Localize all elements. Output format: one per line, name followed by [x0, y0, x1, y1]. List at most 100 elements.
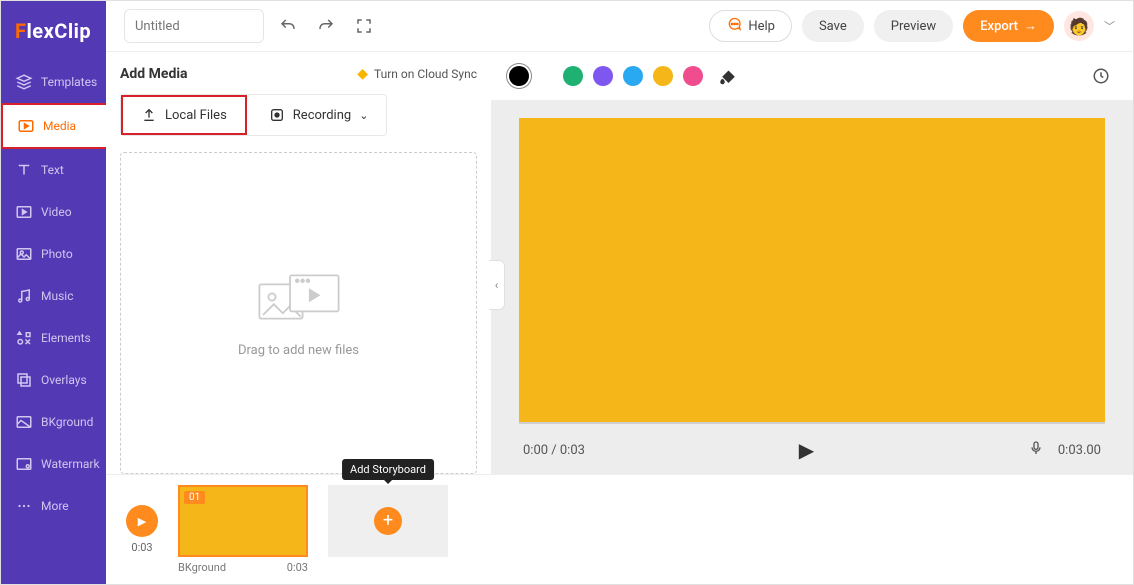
record-icon — [269, 107, 285, 123]
sidebar-item-more[interactable]: More — [1, 485, 106, 527]
dropzone-icon — [254, 269, 344, 325]
storyboard-clip[interactable]: 01 — [178, 485, 308, 557]
dropzone-hint: Drag to add new files — [238, 343, 359, 358]
premium-diamond-icon: ◆ — [357, 66, 368, 82]
sidebar: FlexClip Templates Media Text Video Phot… — [1, 1, 106, 584]
panel-collapse-button[interactable]: ‹ — [489, 260, 505, 310]
sidebar-item-music[interactable]: Music — [1, 275, 106, 317]
recording-label: Recording — [293, 108, 351, 123]
user-avatar[interactable]: 🧑 — [1064, 11, 1094, 41]
media-panel-title: Add Media — [120, 66, 188, 82]
clip-name: BKground — [178, 561, 226, 574]
sidebar-item-label: Media — [43, 119, 76, 133]
background-icon — [15, 413, 33, 431]
sidebar-item-text[interactable]: Text — [1, 149, 106, 191]
more-icon — [15, 497, 33, 515]
brand-rest: lexClip — [26, 19, 91, 43]
photo-icon — [15, 245, 33, 263]
media-icon — [17, 117, 35, 135]
color-swatch[interactable] — [593, 66, 613, 86]
music-icon — [15, 287, 33, 305]
sidebar-item-media[interactable]: Media — [1, 103, 106, 149]
redo-button[interactable] — [312, 12, 340, 40]
video-icon — [15, 203, 33, 221]
paint-bucket-icon — [718, 67, 736, 85]
undo-button[interactable] — [274, 12, 302, 40]
sidebar-item-background[interactable]: BKground — [1, 401, 106, 443]
sidebar-item-label: Watermark — [41, 457, 100, 471]
sidebar-item-watermark[interactable]: Watermark — [1, 443, 106, 485]
color-swatch[interactable] — [653, 66, 673, 86]
sidebar-item-label: Overlays — [41, 373, 87, 387]
history-button[interactable] — [1087, 62, 1115, 90]
project-title-input[interactable] — [124, 9, 264, 43]
voiceover-button[interactable] — [1028, 440, 1044, 460]
brand-logo: FlexClip — [1, 11, 106, 61]
sidebar-item-label: Music — [41, 289, 73, 303]
timeline-play-button[interactable]: ▶ — [126, 505, 158, 537]
timeline: ▶ 0:03 01 BKground 0:03 Add Storyboard + — [106, 474, 1133, 584]
sidebar-item-overlays[interactable]: Overlays — [1, 359, 106, 401]
upload-icon — [141, 107, 157, 123]
paint-bucket-button[interactable] — [713, 62, 741, 90]
sidebar-item-video[interactable]: Video — [1, 191, 106, 233]
chevron-down-icon: ⌄ — [359, 109, 368, 122]
total-duration: 0:03.00 — [1058, 443, 1101, 458]
undo-icon — [279, 17, 297, 35]
media-panel: Add Media ◆ Turn on Cloud Sync Local Fil… — [106, 52, 491, 474]
color-swatch[interactable] — [623, 66, 643, 86]
cloud-sync-toggle[interactable]: ◆ Turn on Cloud Sync — [357, 66, 477, 82]
color-swatch[interactable] — [563, 66, 583, 86]
save-label: Save — [819, 19, 847, 34]
add-storyboard-tooltip: Add Storyboard — [342, 459, 434, 480]
play-button[interactable]: ▶ — [799, 438, 814, 462]
clip-index-badge: 01 — [184, 491, 205, 504]
save-button[interactable]: Save — [802, 10, 864, 42]
help-label: Help — [748, 19, 775, 34]
sidebar-item-photo[interactable]: Photo — [1, 233, 106, 275]
sidebar-item-elements[interactable]: Elements — [1, 317, 106, 359]
color-swatch[interactable] — [683, 66, 703, 86]
clock-icon — [1092, 67, 1110, 85]
recording-button[interactable]: Recording ⌄ — [251, 95, 387, 135]
cloud-sync-label: Turn on Cloud Sync — [374, 67, 477, 81]
text-icon — [15, 161, 33, 179]
arrow-right-icon: → — [1024, 18, 1037, 34]
sidebar-item-label: Elements — [41, 331, 91, 345]
local-files-button[interactable]: Local Files — [121, 95, 247, 135]
help-button[interactable]: Help — [709, 10, 792, 42]
sidebar-item-label: Text — [41, 163, 64, 177]
sidebar-item-label: Video — [41, 205, 72, 219]
sidebar-item-label: BKground — [41, 415, 93, 429]
export-button[interactable]: Export → — [963, 10, 1054, 42]
fullscreen-icon — [355, 17, 373, 35]
redo-icon — [317, 17, 335, 35]
help-icon — [726, 16, 742, 36]
fullscreen-button[interactable] — [350, 12, 378, 40]
templates-icon — [15, 73, 33, 91]
timeline-time: 0:03 — [131, 541, 152, 554]
add-storyboard-button[interactable]: + — [374, 507, 402, 535]
sidebar-item-label: Photo — [41, 247, 73, 261]
topbar: Help Save Preview Export → 🧑 ﹀ — [106, 1, 1133, 52]
user-menu-chevron[interactable]: ﹀ — [1104, 18, 1115, 34]
playback-time: 0:00 / 0:03 — [523, 443, 585, 458]
export-label: Export — [980, 19, 1018, 34]
clip-duration: 0:03 — [287, 561, 308, 574]
watermark-icon — [15, 455, 33, 473]
brand-f: F — [15, 19, 26, 43]
color-swatch[interactable] — [509, 66, 529, 86]
overlays-icon — [15, 371, 33, 389]
elements-icon — [15, 329, 33, 347]
sidebar-item-templates[interactable]: Templates — [1, 61, 106, 103]
preview-label: Preview — [891, 19, 936, 34]
preview-button[interactable]: Preview — [874, 10, 953, 42]
local-files-label: Local Files — [165, 108, 227, 123]
sidebar-item-label: More — [41, 499, 69, 513]
add-storyboard-slot: Add Storyboard + — [328, 485, 448, 557]
video-canvas[interactable] — [519, 118, 1105, 424]
color-swatches-row — [491, 52, 1133, 100]
sidebar-item-label: Templates — [41, 75, 97, 89]
preview-area: 0:00 / 0:03 ▶ 0:03.00 — [491, 100, 1133, 474]
media-dropzone[interactable]: Drag to add new files — [120, 152, 477, 474]
